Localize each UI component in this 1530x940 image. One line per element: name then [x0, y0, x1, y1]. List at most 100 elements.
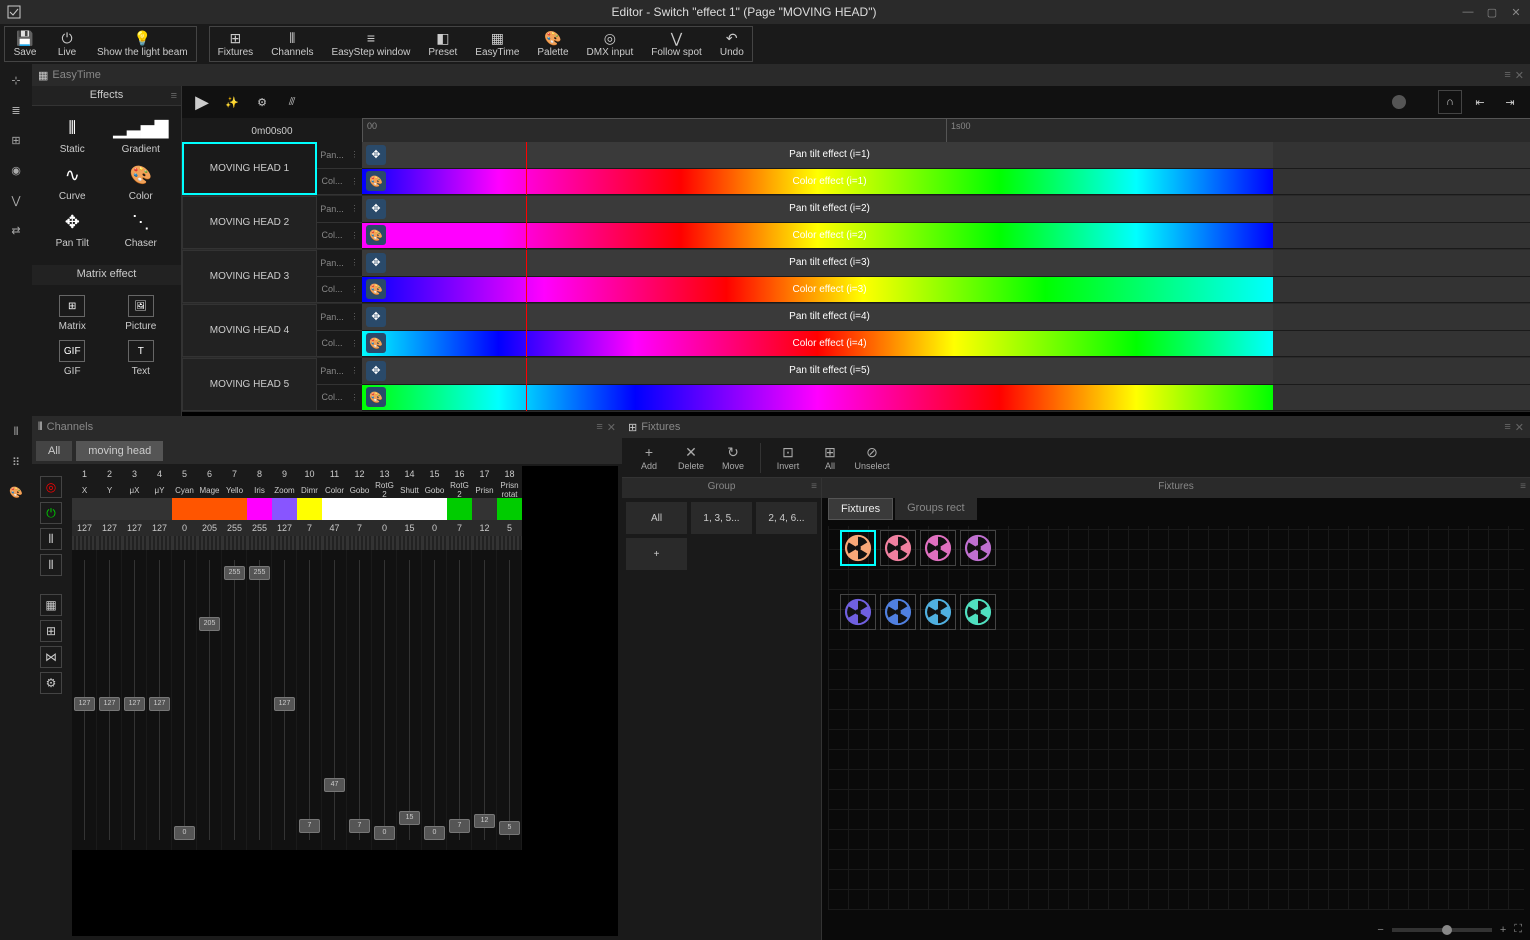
- play-button[interactable]: ▶: [190, 90, 214, 114]
- ch-mode-grid2-icon[interactable]: ⊞: [40, 620, 62, 642]
- ch-mode-sliders2-icon[interactable]: ⫴: [40, 554, 62, 576]
- minimize-button[interactable]: —: [1460, 4, 1476, 20]
- fader-thumb[interactable]: 127: [149, 697, 170, 711]
- channel-swatch[interactable]: [272, 498, 297, 520]
- fader-thumb[interactable]: 205: [199, 617, 220, 631]
- effect-color[interactable]: 🎨Color: [111, 163, 172, 202]
- timeline-lane[interactable]: 🎨Color effect (i=3): [362, 277, 1530, 304]
- channel-preset[interactable]: [222, 536, 247, 550]
- tool-grid-icon[interactable]: ⊞: [2, 126, 30, 154]
- channel-preset[interactable]: [372, 536, 397, 550]
- lane-options-icon[interactable]: ⋮: [347, 358, 362, 385]
- fx-delete-button[interactable]: ✕Delete: [672, 444, 710, 471]
- channel-fader[interactable]: 7: [447, 550, 472, 850]
- list-right-button[interactable]: ⇥: [1498, 90, 1522, 114]
- fixture-item[interactable]: [840, 530, 876, 566]
- fixture-item[interactable]: [920, 530, 956, 566]
- channel-fader[interactable]: 7: [297, 550, 322, 850]
- ch-mode-grid1-icon[interactable]: ▦: [40, 594, 62, 616]
- playhead[interactable]: [526, 142, 527, 195]
- playhead[interactable]: [526, 196, 527, 249]
- fx-all-button[interactable]: ⊞All: [811, 444, 849, 471]
- channel-preset[interactable]: [472, 536, 497, 550]
- ch-tool-palette-icon[interactable]: 🎨: [2, 478, 30, 506]
- timeline-lane[interactable]: 🎨Color effect (i=4): [362, 331, 1530, 358]
- timeline-clip[interactable]: ✥Pan tilt effect (i=5): [362, 358, 1273, 384]
- channel-swatch[interactable]: [422, 498, 447, 520]
- fader-thumb[interactable]: 7: [349, 819, 370, 833]
- effect-static[interactable]: ⫴Static: [42, 116, 103, 155]
- fixtures-menu-icon[interactable]: ≡: [1520, 481, 1526, 492]
- channel-preset[interactable]: [172, 536, 197, 550]
- fixture-group-button[interactable]: +: [626, 538, 687, 570]
- channel-swatch[interactable]: [472, 498, 497, 520]
- lane-options-icon[interactable]: ⋮: [347, 331, 362, 358]
- fader-thumb[interactable]: 127: [124, 697, 145, 711]
- panel-close-icon[interactable]: ✕: [607, 421, 616, 434]
- fader-thumb[interactable]: 12: [474, 814, 495, 828]
- undo-button[interactable]: ↶Undo: [712, 27, 752, 61]
- fixtures-tab[interactable]: Fixtures: [828, 498, 893, 520]
- wand-button[interactable]: ✨: [220, 90, 244, 114]
- channel-preset[interactable]: [397, 536, 422, 550]
- maximize-button[interactable]: ▢: [1484, 4, 1500, 20]
- timeline-clip[interactable]: 🎨Color effect (i=1): [362, 169, 1273, 195]
- channel-swatch[interactable]: [172, 498, 197, 520]
- channel-preset[interactable]: [347, 536, 372, 550]
- channel-fader[interactable]: 127: [72, 550, 97, 850]
- channel-swatch[interactable]: [497, 498, 522, 520]
- ch-mode-target-icon[interactable]: ◎: [40, 476, 62, 498]
- fader-thumb[interactable]: 7: [449, 819, 470, 833]
- channels-tab-movinghead[interactable]: moving head: [76, 441, 163, 461]
- fixture-item[interactable]: [960, 594, 996, 630]
- effect-gradient[interactable]: ▁▃▅▇Gradient: [111, 116, 172, 155]
- fixture-group-button[interactable]: All: [626, 502, 687, 534]
- track-label[interactable]: MOVING HEAD 4: [182, 304, 317, 357]
- fader-thumb[interactable]: 7: [299, 819, 320, 833]
- magnet-button[interactable]: ∩: [1438, 90, 1462, 114]
- lane-options-icon[interactable]: ⋮: [347, 142, 362, 169]
- channel-fader[interactable]: 12: [472, 550, 497, 850]
- fixtures-grid-area[interactable]: [828, 526, 1524, 910]
- zoom-in-button[interactable]: +: [1500, 924, 1506, 936]
- channel-preset[interactable]: [72, 536, 97, 550]
- ch-mode-link-icon[interactable]: ⋈: [40, 646, 62, 668]
- channel-preset[interactable]: [497, 536, 522, 550]
- lane-options-icon[interactable]: ⋮: [347, 223, 362, 250]
- fixture-group-button[interactable]: 1, 3, 5...: [691, 502, 752, 534]
- channel-swatch[interactable]: [372, 498, 397, 520]
- channel-fader[interactable]: 127: [122, 550, 147, 850]
- channel-fader[interactable]: 47: [322, 550, 347, 850]
- preset-button[interactable]: ◧Preset: [420, 27, 465, 61]
- fader-thumb[interactable]: 5: [499, 821, 520, 835]
- timeline-clip[interactable]: 🎨Color effect (i=4): [362, 331, 1273, 357]
- timeline-ruler[interactable]: 0m00s00 001s002s00: [182, 118, 1530, 142]
- channel-preset[interactable]: [147, 536, 172, 550]
- channel-preset[interactable]: [122, 536, 147, 550]
- easystep-button[interactable]: ≡EasyStep window: [323, 27, 418, 61]
- effect-curve[interactable]: ∿Curve: [42, 163, 103, 202]
- timeline-clip[interactable]: 🎨: [362, 385, 1273, 411]
- fx-move-button[interactable]: ↻Move: [714, 444, 752, 471]
- fixture-item[interactable]: [880, 594, 916, 630]
- track-label[interactable]: MOVING HEAD 5: [182, 358, 317, 411]
- ch-mode-settings-icon[interactable]: ⚙: [40, 672, 62, 694]
- timeline-clip[interactable]: ✥Pan tilt effect (i=3): [362, 250, 1273, 276]
- channel-preset[interactable]: [272, 536, 297, 550]
- timeline-clip[interactable]: ✥Pan tilt effect (i=4): [362, 304, 1273, 330]
- lane-options-icon[interactable]: ⋮: [347, 250, 362, 277]
- palette-button[interactable]: 🎨Palette: [529, 27, 576, 61]
- fader-thumb[interactable]: 0: [374, 826, 395, 840]
- panel-menu-icon[interactable]: ≡: [1504, 421, 1510, 434]
- channel-preset[interactable]: [297, 536, 322, 550]
- timeline-lane[interactable]: ✥Pan tilt effect (i=3): [362, 250, 1530, 277]
- channel-preset[interactable]: [322, 536, 347, 550]
- ch-mode-power-icon[interactable]: ⏻: [40, 502, 62, 524]
- lane-options-icon[interactable]: ⋮: [347, 385, 362, 412]
- timeline-lane[interactable]: 🎨: [362, 385, 1530, 412]
- fixture-group-button[interactable]: 2, 4, 6...: [756, 502, 817, 534]
- fx-unselect-button[interactable]: ⊘Unselect: [853, 444, 891, 471]
- timeline-clip[interactable]: ✥Pan tilt effect (i=1): [362, 142, 1273, 168]
- fader-thumb[interactable]: 255: [224, 566, 245, 580]
- show-beam-button[interactable]: 💡Show the light beam: [89, 27, 196, 61]
